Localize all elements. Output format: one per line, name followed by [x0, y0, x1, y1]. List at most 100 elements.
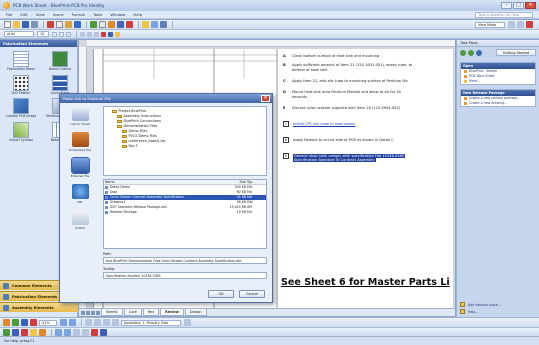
draw-icon[interactable] [3, 319, 10, 326]
home-icon[interactable] [476, 49, 482, 56]
font-color-icon[interactable] [101, 31, 106, 37]
layer-options-icon[interactable] [184, 319, 191, 326]
fill-icon[interactable] [12, 319, 19, 326]
align-left-icon[interactable] [80, 31, 85, 37]
place-email[interactable]: E-Mail [63, 210, 97, 230]
tab-review[interactable]: Review [160, 309, 184, 316]
bold-icon[interactable] [52, 31, 57, 37]
cut-icon[interactable] [47, 21, 54, 28]
place-link-to-sheet[interactable]: Link to Sheet [63, 106, 97, 126]
group-icon[interactable] [73, 328, 80, 336]
italic-icon[interactable] [59, 31, 64, 37]
view-mode-dropdown[interactable]: View Mode [475, 21, 505, 28]
master-parts-link[interactable]: See Sheet 6 for Master Parts Li [281, 277, 450, 288]
tab-rev[interactable]: Rev [142, 309, 160, 316]
stencil-board-outline[interactable]: Board Outline [42, 51, 78, 72]
pointer-tool-icon[interactable] [90, 21, 97, 28]
next-sheet-icon[interactable] [91, 310, 95, 315]
next-page-icon[interactable] [103, 319, 110, 326]
dialog-close-button[interactable]: ✕ [261, 95, 270, 102]
stencil-drill-pattern[interactable]: Drill Pattern [3, 74, 39, 96]
highlight-icon[interactable] [142, 21, 149, 28]
help-link[interactable]: Help... [460, 309, 537, 314]
align-right-icon[interactable] [94, 31, 99, 37]
last-page-icon[interactable] [112, 319, 119, 326]
open-item[interactable]: More... [461, 79, 535, 84]
stencil-import-symbol[interactable]: Import Symbol [3, 121, 39, 143]
tab-core[interactable]: Core [123, 309, 142, 316]
column-size[interactable]: Size [224, 180, 246, 184]
undo-icon[interactable] [74, 21, 81, 28]
ungroup-icon[interactable] [82, 328, 89, 336]
freeform-icon[interactable] [39, 328, 46, 336]
tree-item[interactable]: Rev F [106, 144, 264, 149]
flip-icon[interactable] [64, 328, 71, 336]
back-arrow-icon[interactable] [460, 49, 466, 56]
column-name[interactable]: Name [104, 180, 224, 184]
place-url[interactable]: URL [63, 184, 97, 204]
menu-format[interactable]: Format [72, 12, 85, 17]
stencil-group-assembly[interactable]: Assembly Elements [0, 302, 78, 312]
folder-tree[interactable]: Project BluePrint Assembly Instructions … [103, 106, 267, 176]
menu-edit[interactable]: Edit [20, 12, 27, 17]
ok-button[interactable]: OK [208, 290, 234, 298]
line-icon[interactable] [21, 319, 28, 326]
menu-insert[interactable]: Insert [53, 12, 64, 17]
rectangle-icon[interactable] [12, 328, 19, 336]
stencil-fabrication-notes[interactable]: Fabrication Notes [3, 51, 39, 72]
selected-text[interactable]: Specification Standard To Contract Assem… [293, 158, 376, 162]
path-field[interactable]: test BluePrint Demonstration Files Omni-… [103, 257, 267, 264]
shadow-icon[interactable] [30, 319, 37, 326]
new-icon[interactable] [4, 21, 11, 28]
zoom-dropdown[interactable]: 41% [39, 319, 57, 326]
column-type[interactable]: Typ [246, 180, 264, 184]
cancel-button[interactable]: Cancel [239, 290, 265, 298]
first-page-icon[interactable] [85, 319, 92, 326]
tab-design[interactable]: Design [184, 309, 207, 316]
close-button[interactable]: ✕ [525, 2, 536, 9]
last-sheet-icon[interactable] [96, 310, 100, 315]
tab-sheet1[interactable]: Sheet1 [101, 309, 123, 316]
save-icon[interactable] [22, 21, 29, 28]
place-external-file[interactable]: External File [63, 157, 97, 178]
zoom-in-icon[interactable] [60, 319, 67, 326]
link-icon[interactable] [126, 21, 133, 28]
menu-view[interactable]: View [36, 12, 45, 17]
tooltip-field[interactable]: Specification Number 10336-0365 [103, 272, 267, 279]
first-sheet-icon[interactable] [81, 310, 85, 315]
align-center-icon[interactable] [87, 31, 92, 37]
underline-icon[interactable] [66, 31, 71, 37]
line-color-icon[interactable] [108, 31, 113, 37]
format-icon[interactable] [517, 21, 524, 28]
menu-file[interactable]: File [6, 12, 12, 17]
print-icon[interactable] [31, 21, 38, 28]
maximize-button[interactable]: □ [513, 2, 524, 9]
grid-icon[interactable] [160, 21, 167, 28]
font-dropdown[interactable]: Arial [4, 31, 34, 37]
menu-window[interactable]: Window [110, 12, 125, 17]
zoom-icon[interactable] [151, 21, 158, 28]
stencil-custom-pcb-image[interactable]: Custom PCB Image [3, 98, 39, 119]
add-network-place-link[interactable]: Add network place... [460, 302, 537, 307]
help-search-input[interactable]: Type a question for help [475, 11, 533, 18]
forward-arrow-icon[interactable] [468, 49, 474, 56]
getting-started-dropdown[interactable]: Getting Started [496, 49, 536, 56]
send-back-icon[interactable] [100, 328, 107, 336]
open-folder-icon[interactable] [13, 21, 20, 28]
font-size-dropdown[interactable]: 10 [37, 31, 49, 37]
file-list[interactable]: Name Size Typ Detail Demo 309 KB Mic Door 6… [103, 179, 267, 249]
shape-tool-icon[interactable] [117, 21, 124, 28]
rotate-icon[interactable] [55, 328, 62, 336]
layer-dropdown[interactable]: Assembly: 1: Primary Side [121, 319, 181, 326]
step-7-link[interactable]: Install CPC bar code in area shown [293, 122, 355, 126]
minimize-button[interactable]: – [501, 2, 512, 9]
copy-icon[interactable] [56, 21, 63, 28]
new-item[interactable]: Create a new drawing... [461, 101, 535, 106]
layout-icon[interactable] [508, 21, 515, 28]
file-row[interactable]: Release Package 19 KB Mic [104, 210, 266, 215]
zoom-out-icon[interactable] [69, 319, 76, 326]
paste-icon[interactable] [65, 21, 72, 28]
ellipse-icon[interactable] [21, 328, 28, 336]
text-tool-icon[interactable] [99, 21, 106, 28]
menu-tools[interactable]: Tools [93, 12, 102, 17]
